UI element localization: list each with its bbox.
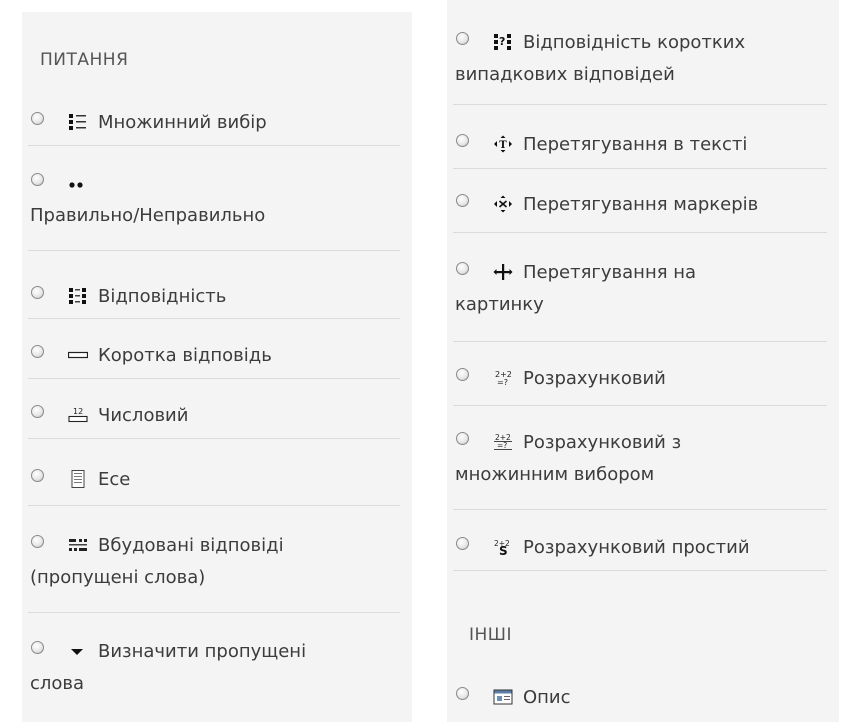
option-gapselect[interactable]: Визначити пропущені слова: [22, 633, 412, 700]
radio-calculatedmulti[interactable]: [456, 431, 469, 445]
divider: [28, 378, 400, 379]
option-label: Розрахунковий простий: [523, 536, 750, 558]
option-label: Відповідність коротких: [523, 31, 746, 53]
divider: [453, 168, 827, 169]
divider: [453, 570, 827, 571]
shortanswer-icon: [68, 351, 88, 359]
option-label: Опис: [523, 686, 571, 708]
question-types-column-left: ПИТАННЯ Множинний вибір Правильно/Неправ…: [22, 12, 412, 722]
radio-essay[interactable]: [31, 468, 44, 482]
option-shortanswer[interactable]: Коротка відповідь: [22, 337, 412, 373]
divider: [28, 438, 400, 439]
option-label: Розрахунковий з: [523, 431, 682, 453]
calculatedsimple-icon: 2+2 S: [494, 539, 510, 556]
option-label: Числовий: [98, 404, 189, 426]
match-icon: [69, 288, 86, 304]
option-multichoice[interactable]: Множинний вибір: [22, 104, 412, 140]
option-label-wrap: картинку: [455, 294, 544, 315]
ddwtos-icon: T: [494, 135, 512, 153]
radio-ddwtos[interactable]: [456, 133, 469, 147]
option-ddimageortext[interactable]: Перетягування на картинку: [447, 254, 839, 321]
divider: [28, 145, 400, 146]
radio-match[interactable]: [31, 285, 44, 299]
divider: [453, 405, 827, 406]
svg-text:S: S: [499, 544, 508, 556]
option-label: Есе: [98, 468, 131, 490]
option-multianswer[interactable]: Вбудовані відповіді (пропущені слова): [22, 527, 412, 594]
divider: [453, 232, 827, 233]
radio-description[interactable]: [456, 686, 469, 700]
option-essay[interactable]: Есе: [22, 461, 412, 497]
option-label-wrap: множинним вибором: [455, 464, 655, 485]
numerical-icon: 12: [68, 407, 88, 423]
divider: [28, 250, 400, 251]
option-label: Перетягування маркерів: [523, 193, 759, 215]
option-label: Перетягування в тексті: [523, 133, 748, 155]
radio-shortanswer[interactable]: [31, 344, 44, 358]
radio-gapselect[interactable]: [31, 640, 44, 654]
option-numerical[interactable]: 12 Числовий: [22, 397, 412, 433]
option-calculatedmulti[interactable]: 2+2 =? Розрахунковий з множинним вибором: [447, 424, 839, 491]
essay-icon: [71, 470, 85, 488]
option-label: Коротка відповідь: [98, 344, 272, 366]
option-label: Перетягування на: [523, 261, 697, 283]
radio-ddmarker[interactable]: [456, 193, 469, 207]
cloze-icon: [69, 539, 87, 551]
option-label: Розрахунковий: [523, 367, 666, 389]
multichoice-icon: [69, 114, 86, 130]
radio-ddimageortext[interactable]: [456, 261, 469, 275]
option-label: Вбудовані відповіді: [98, 534, 284, 556]
description-icon: [493, 689, 513, 705]
divider: [453, 104, 827, 105]
option-match[interactable]: Відповідність: [22, 278, 412, 314]
question-types-column-right: ? Відповідність коротких випадкових відп…: [447, 0, 839, 722]
radio-randomsamatch[interactable]: [456, 31, 469, 45]
divider: [28, 318, 400, 319]
divider: [453, 509, 827, 510]
option-truefalse[interactable]: Правильно/Неправильно: [22, 165, 412, 232]
option-label-wrap: слова: [30, 673, 85, 694]
truefalse-icon: [69, 182, 83, 188]
svg-text:T: T: [499, 140, 507, 151]
divider: [453, 341, 827, 342]
radio-multianswer[interactable]: [31, 534, 44, 548]
ddmarker-icon: [494, 195, 512, 213]
svg-text:=?: =?: [497, 378, 508, 387]
option-description[interactable]: Опис: [447, 679, 839, 715]
option-label: Множинний вибір: [98, 111, 267, 133]
option-label-wrap: (пропущені слова): [30, 567, 206, 588]
gapselect-icon: [71, 649, 83, 655]
section-title-questions: ПИТАННЯ: [40, 50, 129, 70]
svg-text:?: ?: [499, 35, 505, 48]
option-calculatedsimple[interactable]: 2+2 S Розрахунковий простий: [447, 529, 839, 565]
svg-text:12: 12: [73, 407, 83, 416]
divider: [28, 612, 400, 613]
radio-calculated[interactable]: [456, 367, 469, 381]
option-calculated[interactable]: 2+2 =? Розрахунковий: [447, 360, 839, 396]
option-label: Відповідність: [98, 285, 227, 307]
section-title-other: ІНШІ: [469, 625, 512, 645]
radio-multichoice[interactable]: [31, 111, 44, 125]
randomsamatch-icon: ?: [494, 34, 511, 50]
divider: [28, 505, 400, 506]
option-label-wrap: випадкових відповідей: [455, 64, 675, 85]
calculated-icon: 2+2 =?: [495, 370, 512, 387]
radio-numerical[interactable]: [31, 404, 44, 418]
option-label-wrap: Правильно/Неправильно: [30, 205, 266, 226]
svg-text:=?: =?: [497, 441, 507, 450]
option-label: Визначити пропущені: [98, 640, 307, 662]
calculatedmulti-icon: 2+2 =?: [494, 433, 512, 450]
radio-truefalse[interactable]: [31, 172, 44, 186]
option-ddwtos[interactable]: T Перетягування в тексті: [447, 126, 839, 162]
option-ddmarker[interactable]: Перетягування маркерів: [447, 186, 839, 222]
radio-calculatedsimple[interactable]: [456, 536, 469, 550]
ddimageortext-icon: [493, 264, 513, 280]
option-randomsamatch[interactable]: ? Відповідність коротких випадкових відп…: [447, 24, 839, 91]
